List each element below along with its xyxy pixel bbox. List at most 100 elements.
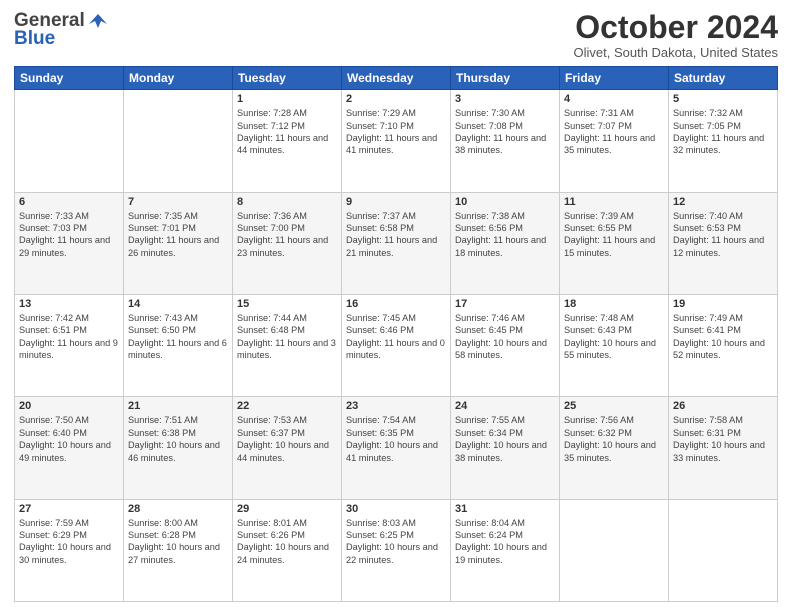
col-wednesday: Wednesday (342, 67, 451, 90)
calendar-cell-w1-d4: 3 Sunrise: 7:30 AM Sunset: 7:08 PM Daylig… (451, 90, 560, 192)
day-number: 4 (564, 93, 664, 105)
cell-info: Sunrise: 7:29 AM Sunset: 7:10 PM Dayligh… (346, 107, 446, 157)
cell-info: Sunrise: 7:55 AM Sunset: 6:34 PM Dayligh… (455, 414, 555, 464)
col-thursday: Thursday (451, 67, 560, 90)
calendar-header-row: Sunday Monday Tuesday Wednesday Thursday… (15, 67, 778, 90)
calendar-cell-w3-d4: 17Sunrise: 7:46 AM Sunset: 6:45 PM Dayli… (451, 294, 560, 396)
day-number: 27 (19, 503, 119, 515)
calendar-table: Sunday Monday Tuesday Wednesday Thursday… (14, 66, 778, 602)
calendar-cell-w4-d6: 26 Sunrise: 7:58 AM Sunset: 6:31 PM Dayli… (669, 397, 778, 499)
calendar-cell-w4-d2: 22Sunrise: 7:53 AM Sunset: 6:37 PM Dayli… (233, 397, 342, 499)
calendar-cell-w5-d3: 30 Sunrise: 8:03 AM Sunset: 6:25 PM Dayli… (342, 499, 451, 601)
week-row-4: 20 Sunrise: 7:50 AM Sunset: 6:40 PM Dayli… (15, 397, 778, 499)
calendar-cell-w2-d5: 11 Sunrise: 7:39 AM Sunset: 6:55 PM Dayli… (560, 192, 669, 294)
calendar-cell-w1-d6: 5 Sunrise: 7:32 AM Sunset: 7:05 PM Daylig… (669, 90, 778, 192)
day-number: 30 (346, 503, 446, 515)
cell-info: Sunrise: 7:50 AM Sunset: 6:40 PM Dayligh… (19, 414, 119, 464)
calendar-cell-w3-d2: 15 Sunrise: 7:44 AM Sunset: 6:48 PM Dayli… (233, 294, 342, 396)
calendar-cell-w4-d1: 21Sunrise: 7:51 AM Sunset: 6:38 PM Dayli… (124, 397, 233, 499)
calendar-cell-w4-d5: 25 Sunrise: 7:56 AM Sunset: 6:32 PM Dayli… (560, 397, 669, 499)
calendar-cell-w1-d2: 1Sunrise: 7:28 AM Sunset: 7:12 PM Daylig… (233, 90, 342, 192)
calendar-cell-w5-d2: 29Sunrise: 8:01 AM Sunset: 6:26 PM Dayli… (233, 499, 342, 601)
day-number: 23 (346, 400, 446, 412)
day-number: 16 (346, 298, 446, 310)
cell-info: Sunrise: 7:39 AM Sunset: 6:55 PM Dayligh… (564, 210, 664, 260)
calendar-cell-w5-d5 (560, 499, 669, 601)
cell-info: Sunrise: 7:36 AM Sunset: 7:00 PM Dayligh… (237, 210, 337, 260)
calendar-cell-w1-d0 (15, 90, 124, 192)
calendar-cell-w4-d4: 24 Sunrise: 7:55 AM Sunset: 6:34 PM Dayli… (451, 397, 560, 499)
cell-info: Sunrise: 7:32 AM Sunset: 7:05 PM Dayligh… (673, 107, 773, 157)
day-number: 19 (673, 298, 773, 310)
calendar-cell-w2-d1: 7 Sunrise: 7:35 AM Sunset: 7:01 PM Daylig… (124, 192, 233, 294)
day-number: 20 (19, 400, 119, 412)
cell-info: Sunrise: 7:56 AM Sunset: 6:32 PM Dayligh… (564, 414, 664, 464)
day-number: 12 (673, 196, 773, 208)
col-friday: Friday (560, 67, 669, 90)
logo: General Blue (14, 10, 109, 50)
day-number: 11 (564, 196, 664, 208)
cell-info: Sunrise: 7:44 AM Sunset: 6:48 PM Dayligh… (237, 312, 337, 362)
col-saturday: Saturday (669, 67, 778, 90)
cell-info: Sunrise: 8:03 AM Sunset: 6:25 PM Dayligh… (346, 517, 446, 567)
calendar-cell-w3-d0: 13Sunrise: 7:42 AM Sunset: 6:51 PM Dayli… (15, 294, 124, 396)
week-row-5: 27 Sunrise: 7:59 AM Sunset: 6:29 PM Dayli… (15, 499, 778, 601)
day-number: 24 (455, 400, 555, 412)
calendar-cell-w3-d6: 19 Sunrise: 7:49 AM Sunset: 6:41 PM Dayli… (669, 294, 778, 396)
day-number: 13 (19, 298, 119, 310)
calendar-cell-w4-d0: 20 Sunrise: 7:50 AM Sunset: 6:40 PM Dayli… (15, 397, 124, 499)
location: Olivet, South Dakota, United States (574, 45, 779, 60)
day-number: 25 (564, 400, 664, 412)
calendar-cell-w1-d3: 2Sunrise: 7:29 AM Sunset: 7:10 PM Daylig… (342, 90, 451, 192)
calendar-cell-w5-d4: 31 Sunrise: 8:04 AM Sunset: 6:24 PM Dayli… (451, 499, 560, 601)
calendar-cell-w2-d4: 10 Sunrise: 7:38 AM Sunset: 6:56 PM Dayli… (451, 192, 560, 294)
calendar-cell-w3-d5: 18Sunrise: 7:48 AM Sunset: 6:43 PM Dayli… (560, 294, 669, 396)
calendar-cell-w4-d3: 23 Sunrise: 7:54 AM Sunset: 6:35 PM Dayli… (342, 397, 451, 499)
calendar-cell-w2-d3: 9Sunrise: 7:37 AM Sunset: 6:58 PM Daylig… (342, 192, 451, 294)
day-number: 31 (455, 503, 555, 515)
cell-info: Sunrise: 8:00 AM Sunset: 6:28 PM Dayligh… (128, 517, 228, 567)
cell-info: Sunrise: 7:33 AM Sunset: 7:03 PM Dayligh… (19, 210, 119, 260)
day-number: 22 (237, 400, 337, 412)
day-number: 10 (455, 196, 555, 208)
day-number: 3 (455, 93, 555, 105)
col-tuesday: Tuesday (233, 67, 342, 90)
cell-info: Sunrise: 7:38 AM Sunset: 6:56 PM Dayligh… (455, 210, 555, 260)
cell-info: Sunrise: 7:28 AM Sunset: 7:12 PM Dayligh… (237, 107, 337, 157)
cell-info: Sunrise: 8:04 AM Sunset: 6:24 PM Dayligh… (455, 517, 555, 567)
day-number: 7 (128, 196, 228, 208)
week-row-1: 1Sunrise: 7:28 AM Sunset: 7:12 PM Daylig… (15, 90, 778, 192)
day-number: 9 (346, 196, 446, 208)
day-number: 21 (128, 400, 228, 412)
cell-info: Sunrise: 7:40 AM Sunset: 6:53 PM Dayligh… (673, 210, 773, 260)
day-number: 29 (237, 503, 337, 515)
day-number: 28 (128, 503, 228, 515)
day-number: 14 (128, 298, 228, 310)
calendar-cell-w5-d1: 28 Sunrise: 8:00 AM Sunset: 6:28 PM Dayli… (124, 499, 233, 601)
cell-info: Sunrise: 7:58 AM Sunset: 6:31 PM Dayligh… (673, 414, 773, 464)
col-monday: Monday (124, 67, 233, 90)
cell-info: Sunrise: 7:49 AM Sunset: 6:41 PM Dayligh… (673, 312, 773, 362)
day-number: 5 (673, 93, 773, 105)
month-title: October 2024 (574, 10, 779, 45)
cell-info: Sunrise: 7:48 AM Sunset: 6:43 PM Dayligh… (564, 312, 664, 362)
day-number: 6 (19, 196, 119, 208)
cell-info: Sunrise: 7:59 AM Sunset: 6:29 PM Dayligh… (19, 517, 119, 567)
cell-info: Sunrise: 7:46 AM Sunset: 6:45 PM Dayligh… (455, 312, 555, 362)
calendar-cell-w1-d1 (124, 90, 233, 192)
page: General Blue October 2024 Olivet, South … (0, 0, 792, 612)
cell-info: Sunrise: 7:54 AM Sunset: 6:35 PM Dayligh… (346, 414, 446, 464)
col-sunday: Sunday (15, 67, 124, 90)
day-number: 26 (673, 400, 773, 412)
week-row-3: 13Sunrise: 7:42 AM Sunset: 6:51 PM Dayli… (15, 294, 778, 396)
week-row-2: 6 Sunrise: 7:33 AM Sunset: 7:03 PM Daylig… (15, 192, 778, 294)
logo-bird-icon (87, 10, 109, 32)
header: General Blue October 2024 Olivet, South … (14, 10, 778, 60)
day-number: 15 (237, 298, 337, 310)
cell-info: Sunrise: 7:30 AM Sunset: 7:08 PM Dayligh… (455, 107, 555, 157)
calendar-cell-w3-d1: 14Sunrise: 7:43 AM Sunset: 6:50 PM Dayli… (124, 294, 233, 396)
title-area: October 2024 Olivet, South Dakota, Unite… (574, 10, 779, 60)
calendar-cell-w5-d6 (669, 499, 778, 601)
cell-info: Sunrise: 7:35 AM Sunset: 7:01 PM Dayligh… (128, 210, 228, 260)
logo-blue: Blue (14, 28, 55, 50)
